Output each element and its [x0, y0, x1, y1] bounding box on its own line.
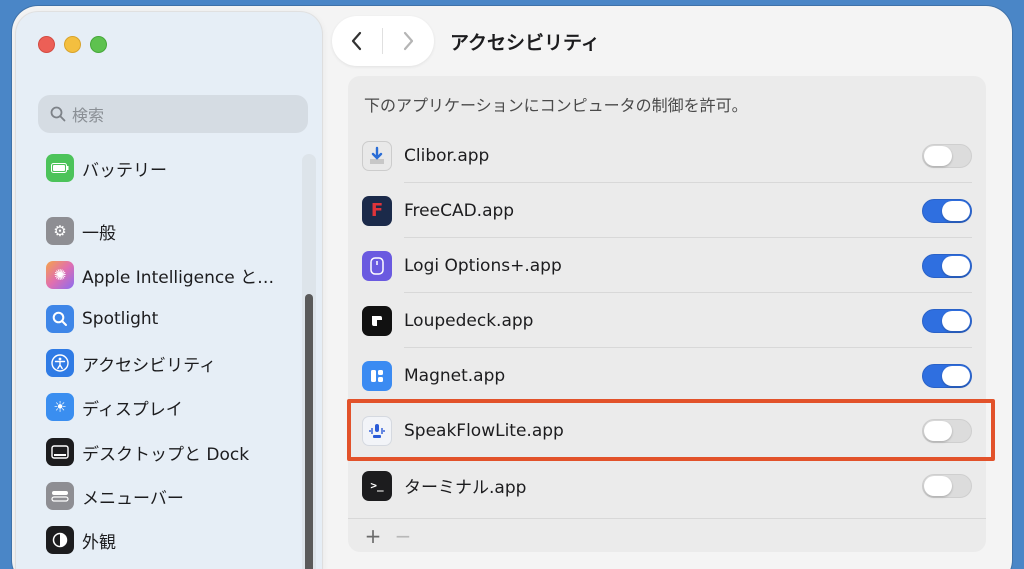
- search-placeholder: 検索: [72, 106, 105, 125]
- sidebar-item-accessibility[interactable]: アクセシビリティ: [46, 346, 216, 380]
- loupedeck-icon: [362, 305, 392, 336]
- app-row-loupedeck: Loupedeck.app: [348, 293, 986, 348]
- permission-toggle[interactable]: [922, 143, 972, 168]
- search-icon: [50, 106, 66, 122]
- spotlight-search-icon: [46, 305, 74, 333]
- chevron-left-icon: [351, 31, 362, 51]
- sidebar-item-label: メニューバー: [82, 488, 184, 509]
- terminal-icon: >_: [362, 470, 392, 501]
- permission-toggle[interactable]: [922, 198, 972, 223]
- navigation-buttons: [332, 16, 434, 66]
- sidebar-item-battery[interactable]: バッテリー: [46, 151, 167, 185]
- sidebar-item-general[interactable]: ⚙ 一般: [46, 214, 116, 248]
- app-row-clibor: Clibor.app: [348, 128, 986, 183]
- permission-toggle[interactable]: [922, 473, 972, 498]
- sidebar-item-display[interactable]: ☀ ディスプレイ: [46, 390, 183, 424]
- display-brightness-icon: ☀: [46, 393, 74, 421]
- sidebar-item-label: 外観: [82, 532, 116, 553]
- battery-icon: [46, 154, 74, 182]
- close-window-button[interactable]: [38, 36, 55, 53]
- window-controls: [38, 36, 107, 53]
- app-name: Loupedeck.app: [404, 310, 534, 331]
- sidebar-item-desktop-dock[interactable]: デスクトップと Dock: [46, 435, 249, 469]
- app-name: ターミナル.app: [404, 478, 527, 498]
- sidebar: 検索 バッテリー ⚙ 一般 ✺ Apple Intelligence と… Sp…: [16, 12, 322, 569]
- app-row-logi-options: Logi Options+.app: [348, 238, 986, 293]
- zoom-window-button[interactable]: [90, 36, 107, 53]
- toggle-knob: [942, 200, 970, 221]
- clibor-icon: [362, 140, 392, 171]
- freecad-icon: F: [362, 195, 392, 226]
- search-input[interactable]: 検索: [38, 95, 308, 133]
- app-permissions-panel: 下のアプリケーションにコンピュータの制御を許可。 Clibor.app F Fr…: [348, 76, 986, 552]
- sidebar-item-label: Apple Intelligence と…: [82, 267, 275, 288]
- sidebar-item-label: バッテリー: [82, 160, 167, 181]
- toggle-knob: [942, 255, 970, 276]
- sidebar-item-apple-intelligence[interactable]: ✺ Apple Intelligence と…: [46, 258, 274, 292]
- sidebar-item-label: ディスプレイ: [82, 399, 183, 420]
- accessibility-icon: [46, 349, 74, 377]
- dock-icon: [46, 438, 74, 466]
- app-row-magnet: Magnet.app: [348, 348, 986, 403]
- appearance-icon: [46, 526, 74, 554]
- sidebar-item-label: アクセシビリティ: [82, 355, 217, 376]
- sidebar-item-label: 一般: [82, 223, 116, 244]
- app-row-terminal: >_ ターミナル.app: [348, 458, 986, 513]
- sidebar-scrollbar-thumb[interactable]: [305, 294, 313, 569]
- menubar-icon: [46, 482, 74, 510]
- apple-intelligence-icon: ✺: [46, 261, 74, 289]
- toggle-knob: [924, 475, 952, 496]
- remove-app-button[interactable]: −: [388, 524, 418, 548]
- permission-toggle[interactable]: [922, 253, 972, 278]
- page-title: アクセシビリティ: [450, 32, 600, 54]
- chevron-right-icon: [403, 31, 414, 51]
- app-row-freecad: F FreeCAD.app: [348, 183, 986, 238]
- app-name: FreeCAD.app: [404, 200, 515, 221]
- highlight-annotation: [347, 399, 995, 461]
- sidebar-item-label: Spotlight: [82, 309, 159, 329]
- app-name: Magnet.app: [404, 365, 506, 386]
- minimize-window-button[interactable]: [64, 36, 81, 53]
- permission-toggle[interactable]: [922, 363, 972, 388]
- permission-toggle[interactable]: [922, 308, 972, 333]
- sidebar-item-spotlight[interactable]: Spotlight: [46, 302, 158, 336]
- app-name: Logi Options+.app: [404, 255, 562, 276]
- sidebar-item-menubar[interactable]: メニューバー: [46, 479, 184, 513]
- sidebar-item-appearance[interactable]: 外観: [46, 523, 116, 557]
- settings-window: 検索 バッテリー ⚙ 一般 ✺ Apple Intelligence と… Sp…: [12, 6, 1012, 569]
- back-button[interactable]: [332, 16, 382, 66]
- app-name: Clibor.app: [404, 145, 490, 166]
- gear-icon: ⚙: [46, 217, 74, 245]
- add-app-button[interactable]: +: [358, 524, 388, 548]
- toggle-knob: [942, 365, 970, 386]
- logi-options-icon: [362, 250, 392, 281]
- sidebar-item-label: デスクトップと Dock: [82, 444, 250, 465]
- magnet-icon: [362, 360, 392, 391]
- panel-description: 下のアプリケーションにコンピュータの制御を許可。: [364, 96, 748, 115]
- toggle-knob: [942, 310, 970, 331]
- toggle-knob: [924, 145, 952, 166]
- forward-button[interactable]: [383, 16, 433, 66]
- list-controls: + −: [348, 518, 986, 552]
